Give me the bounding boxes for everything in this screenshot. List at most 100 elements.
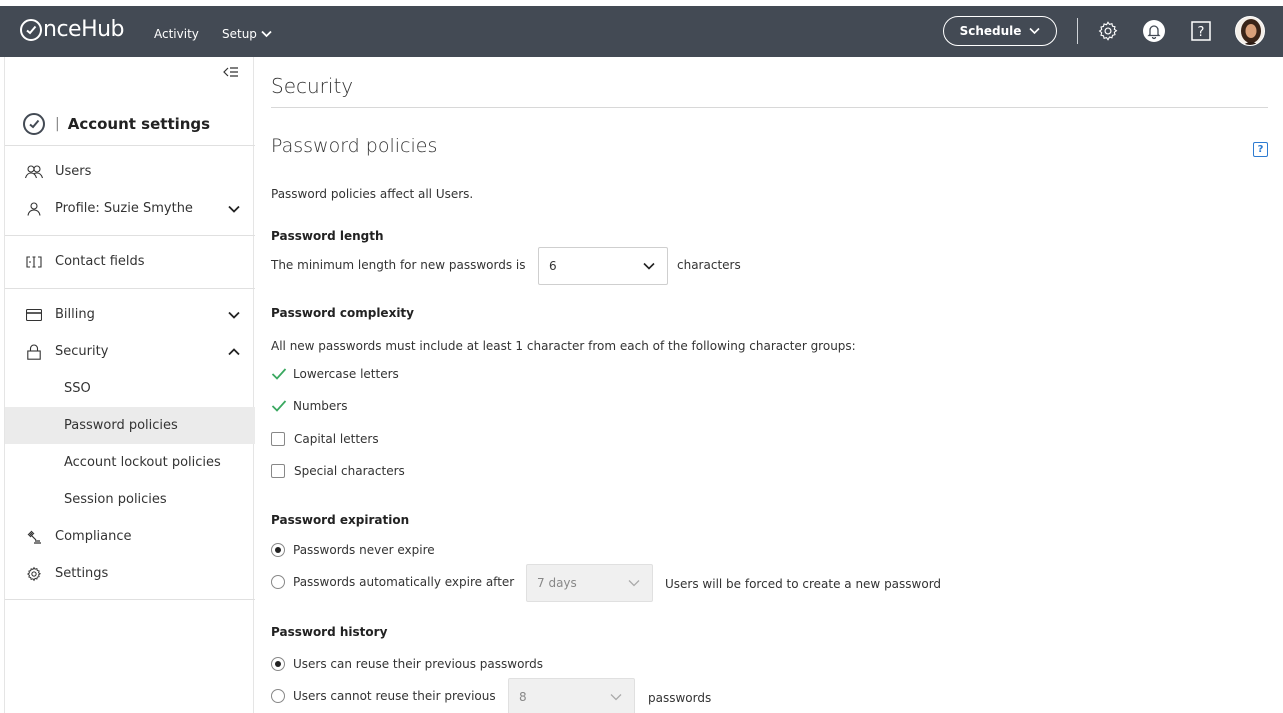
chevron-up-icon[interactable]	[227, 345, 241, 359]
option-numbers[interactable]: Numbers	[271, 399, 347, 413]
account-settings-sidebar: | Account settings Users Profile: Suzie …	[4, 57, 255, 713]
sidebar-item-billing[interactable]: Billing	[5, 296, 255, 333]
section-title: Password policies	[271, 135, 438, 157]
expire-after-suffix: Users will be forced to create a new pas…	[665, 577, 942, 591]
logo-check-icon	[20, 18, 42, 41]
sidebar-item-users[interactable]: Users	[5, 153, 255, 190]
sidebar-item-compliance[interactable]: Compliance	[5, 518, 255, 555]
radio-no-reuse[interactable]	[271, 689, 285, 703]
topbar-divider	[1077, 18, 1078, 44]
sidebar-title: Account settings	[67, 114, 211, 133]
person-icon	[25, 201, 43, 217]
option-auto-expire[interactable]: Passwords automatically expire after	[271, 575, 514, 589]
sidebar-subitem-password-policies[interactable]: Password policies	[5, 407, 255, 444]
sidebar-item-label: Profile: Suzie Smythe	[55, 201, 193, 216]
chevron-down-icon	[610, 694, 622, 701]
option-special-characters[interactable]: Special characters	[271, 464, 405, 478]
logo-text: nceHub	[43, 17, 125, 42]
checkbox-capital-letters[interactable]	[271, 432, 285, 446]
sidebar-divider	[5, 145, 255, 146]
svg-text:?: ?	[1198, 25, 1205, 40]
schedule-label: Schedule	[959, 24, 1022, 38]
option-never-expire[interactable]: Passwords never expire	[271, 543, 435, 557]
password-length-heading: Password length	[271, 229, 384, 243]
radio-never-expire[interactable]	[271, 543, 285, 557]
sidebar-item-label: Settings	[55, 566, 109, 581]
top-navigation-bar: nceHub Activity Setup Schedule ?	[0, 0, 1283, 57]
credit-card-icon	[25, 307, 43, 323]
collapse-sidebar-icon[interactable]	[223, 65, 239, 79]
title-divider	[271, 107, 1268, 108]
sidebar-item-label: Billing	[55, 307, 95, 322]
expire-after-value: 7 days	[537, 576, 577, 590]
option-label: Users can reuse their previous passwords	[293, 657, 544, 671]
checkbox-special-characters[interactable]	[271, 464, 285, 478]
header-separator: |	[55, 115, 60, 132]
sidebar-item-security[interactable]: Security	[5, 333, 255, 370]
user-avatar[interactable]	[1235, 16, 1265, 46]
nav-activity[interactable]: Activity	[154, 27, 199, 41]
sidebar-item-contact-fields[interactable]: Contact fields	[5, 243, 255, 280]
radio-reuse[interactable]	[271, 657, 285, 671]
password-expiration-heading: Password expiration	[271, 513, 410, 527]
nav-setup[interactable]: Setup	[222, 27, 272, 41]
chevron-down-icon	[643, 262, 655, 270]
sidebar-item-settings[interactable]: Settings	[5, 555, 255, 592]
option-label: Capital letters	[294, 432, 379, 446]
option-reuse[interactable]: Users can reuse their previous passwords	[271, 657, 543, 671]
oncehub-check-icon	[23, 112, 45, 135]
check-icon	[271, 368, 287, 380]
expire-after-select[interactable]: 7 days	[526, 564, 653, 602]
password-length-suffix: characters	[677, 258, 741, 272]
history-count-suffix: passwords	[648, 691, 712, 705]
option-label: Passwords never expire	[293, 543, 435, 557]
password-length-value: 6	[549, 259, 557, 273]
schedule-button[interactable]: Schedule	[943, 16, 1057, 46]
intro-text: Password policies affect all Users.	[271, 187, 474, 201]
radio-auto-expire[interactable]	[271, 575, 285, 589]
option-label: Users cannot reuse their previous	[293, 689, 496, 703]
lock-icon	[25, 343, 43, 360]
sidebar-item-profile[interactable]: Profile: Suzie Smythe	[5, 190, 255, 227]
password-complexity-heading: Password complexity	[271, 306, 414, 320]
option-no-reuse[interactable]: Users cannot reuse their previous	[271, 689, 496, 703]
check-icon	[271, 400, 287, 412]
option-capital-letters[interactable]: Capital letters	[271, 432, 379, 446]
sidebar-subitem-account-lockout-policies[interactable]: Account lockout policies	[5, 444, 255, 481]
chevron-down-icon	[261, 30, 272, 38]
gear-icon[interactable]	[1095, 18, 1121, 44]
users-icon	[25, 164, 43, 180]
page-title: Security	[271, 74, 354, 98]
password-length-select[interactable]: 6	[538, 247, 668, 285]
gavel-icon	[25, 529, 43, 545]
sidebar-item-label: Contact fields	[55, 254, 145, 269]
password-length-prefix: The minimum length for new passwords is	[271, 258, 526, 272]
option-lowercase[interactable]: Lowercase letters	[271, 367, 399, 381]
history-count-select[interactable]: 8	[508, 678, 635, 713]
option-label: Numbers	[293, 399, 348, 413]
option-label: Special characters	[294, 464, 405, 478]
sidebar-divider	[5, 235, 255, 236]
chevron-down-icon	[1029, 27, 1040, 35]
sidebar-item-label: Compliance	[55, 529, 132, 544]
history-count-value: 8	[519, 690, 527, 704]
sidebar-item-label: Users	[55, 164, 92, 179]
oncehub-logo[interactable]: nceHub	[20, 17, 125, 42]
sidebar-divider	[5, 288, 255, 289]
chevron-down-icon[interactable]	[227, 202, 241, 216]
password-complexity-description: All new passwords must include at least …	[271, 339, 856, 353]
sidebar-subitem-sso[interactable]: SSO	[5, 370, 255, 407]
bell-icon[interactable]	[1141, 18, 1167, 44]
nav-setup-label: Setup	[222, 27, 257, 41]
gear-icon	[25, 566, 43, 582]
sidebar-divider	[5, 599, 255, 600]
help-icon[interactable]: ?	[1188, 18, 1214, 44]
account-settings-header: | Account settings	[5, 101, 255, 146]
sidebar-item-label: Security	[55, 344, 109, 359]
help-icon[interactable]: ?	[1253, 142, 1268, 157]
chevron-down-icon	[628, 580, 640, 587]
option-label: Passwords automatically expire after	[293, 575, 515, 589]
sidebar-subitem-session-policies[interactable]: Session policies	[5, 481, 255, 518]
option-label: Lowercase letters	[293, 367, 399, 381]
chevron-down-icon[interactable]	[227, 308, 241, 322]
